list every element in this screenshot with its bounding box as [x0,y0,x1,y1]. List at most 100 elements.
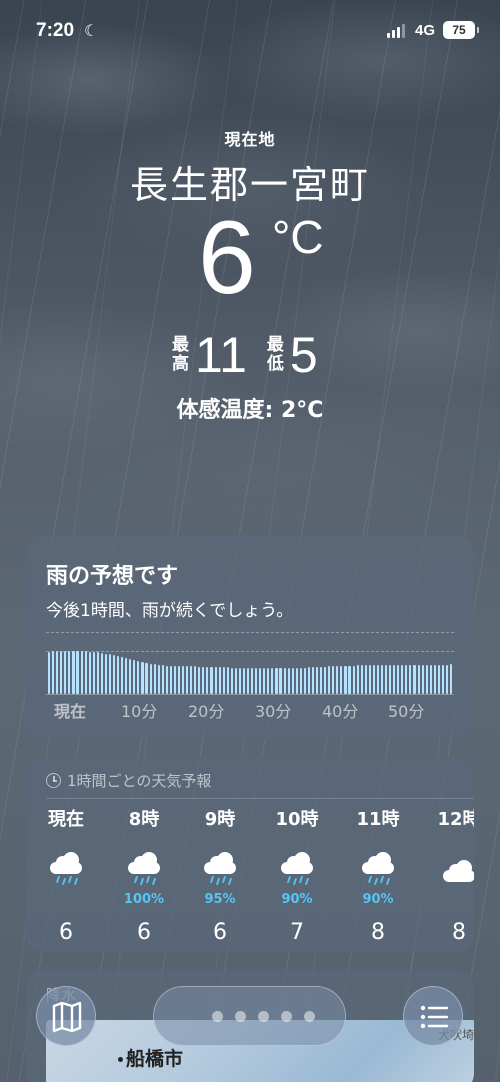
axis-label-30: 30分 [255,702,292,721]
precip-bar [92,651,95,694]
precip-bar [287,667,290,694]
precipitation-forecast-card[interactable]: 雨の予想です 今後1時間、雨が続くでしょう。 現在 10分 20分 30分 40… [26,536,474,739]
precip-bar [80,651,83,694]
precip-bar [84,651,87,694]
precip-bar [117,656,120,694]
precip-bar [72,650,75,694]
precip-bar [445,664,449,694]
low-label: 最低 [266,335,284,374]
page-dot[interactable] [235,1011,246,1022]
precip-bar [96,652,99,694]
hour-item[interactable]: 10時 90% 7 [262,806,332,945]
hour-temp: 8 [452,920,466,945]
map-button[interactable] [36,986,96,1046]
hour-item[interactable]: 11時 90% 8 [343,806,413,945]
precip-bar [125,658,128,694]
precip-chance: 90% [362,892,394,907]
precip-bar [360,665,363,694]
rain-cloud-icon [343,852,413,892]
precip-bar [251,667,254,694]
hour-item[interactable]: 9時 95% 6 [185,806,255,945]
location-list-button[interactable] [403,986,463,1046]
precip-bar [267,667,270,694]
hour-temp: 8 [371,920,385,945]
precip-bar [226,667,229,694]
precip-bar [218,667,221,694]
precip-bar [202,666,205,694]
precip-bar [145,662,148,694]
precip-chance [424,892,474,910]
precip-chance: 100% [123,892,165,907]
precip-bar [316,667,319,694]
precip-bar [449,664,453,694]
axis-label-50: 50分 [388,702,425,721]
axis-label-10: 10分 [121,702,158,721]
page-dot[interactable] [212,1011,223,1022]
map-city-label: 船橋市 [126,1048,184,1070]
precip-bar [344,665,347,694]
location-label: 現在地 [224,130,276,149]
precip-bar [332,666,335,694]
hour-label: 8時 [128,809,160,830]
cloud-icon [424,852,474,892]
list-icon [420,1005,449,1029]
hourly-header-label: 1時間ごとの天気予報 [67,772,212,790]
axis-label-20: 20分 [188,702,225,721]
page-dot[interactable] [281,1011,292,1022]
precip-bar [401,665,404,694]
precip-bar [137,660,140,694]
precip-bar [429,664,432,694]
precip-bar [165,665,168,694]
precip-chance: 95% [204,892,236,907]
precip-bar [397,665,400,694]
precip-bar [324,666,327,694]
precip-bar [311,667,315,694]
precip-bar [425,664,428,694]
precip-bar [64,650,67,694]
hour-temp: 6 [213,920,227,945]
hour-temp: 6 [137,920,151,945]
page-dot[interactable] [304,1011,315,1022]
precip-bar [60,650,63,694]
hour-label: 10時 [275,809,319,830]
network-type: 4G [415,22,436,39]
precip-bar [157,664,160,694]
status-bar: 7:20 ☾ 4G 75 [0,18,500,46]
precip-bar [263,667,266,694]
precip-bar [409,665,412,694]
precip-bar [433,664,436,694]
hour-temp: 6 [59,920,73,945]
hour-temp: 7 [290,920,304,945]
precip-bar [104,653,107,694]
moon-icon: ☾ [84,23,99,40]
precip-bar [279,667,282,694]
precip-bar [421,664,424,694]
card-title: 雨の予想です [46,564,179,589]
hour-item[interactable]: 12時 8 [424,806,474,945]
low-value: 5 [289,327,318,383]
precip-bar [336,665,339,694]
precip-bar [299,667,302,694]
hour-item[interactable]: 現在 6 [31,806,101,945]
high-value: 11 [195,327,247,383]
feels-like: 体感温度: 2°C [176,398,324,423]
precip-bar [68,650,71,694]
precip-bar [121,657,124,694]
precip-bar [186,666,189,694]
precip-bar [364,665,367,694]
page-dot[interactable] [258,1011,269,1022]
precip-bar [129,659,132,694]
rain-cloud-icon [262,852,332,892]
precip-bar [340,665,343,694]
precip-bar [149,663,152,694]
hourly-forecast-card[interactable]: 1時間ごとの天気予報 現在 6 8時 100% 6 9時 95% 6 10時 9… [26,756,474,952]
precip-bar [242,667,246,694]
rain-cloud-icon [109,852,179,892]
precip-bar [234,667,237,694]
precip-bar [295,667,298,694]
precip-bar [437,664,440,694]
hour-item[interactable]: 8時 100% 6 [109,806,179,945]
precip-bar [303,667,306,694]
location-pager[interactable] [153,986,346,1046]
precip-bar [307,667,310,694]
